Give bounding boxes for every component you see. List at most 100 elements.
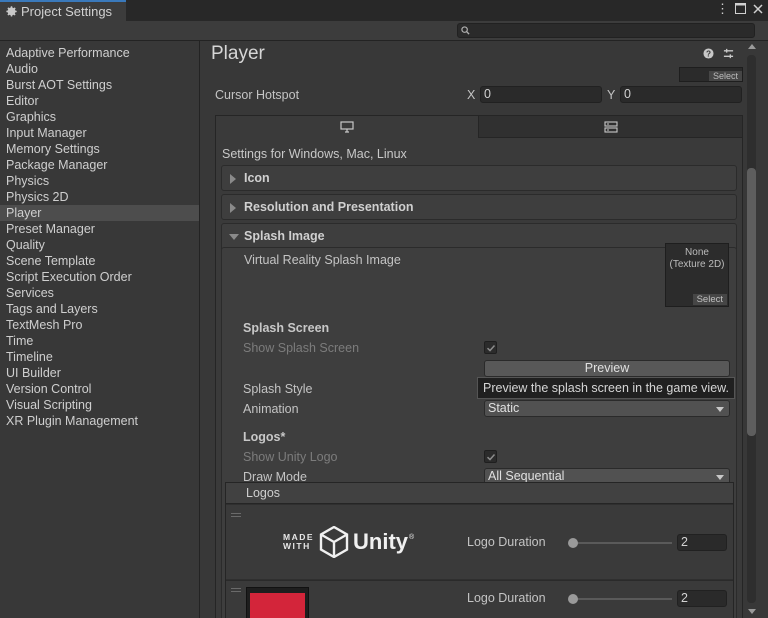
texture-none-text: None (685, 247, 709, 258)
logos-list-header: Logos (226, 483, 733, 504)
vertical-scrollbar[interactable] (744, 41, 759, 618)
splash-screen-heading: Splash Screen (243, 321, 330, 335)
scroll-up-icon[interactable] (748, 44, 756, 49)
settings-for-label: Settings for Windows, Mac, Linux (222, 147, 407, 161)
drag-handle-icon[interactable] (231, 588, 241, 592)
cursor-hotspot-label: Cursor Hotspot (215, 88, 300, 102)
hotspot-x-field[interactable]: 0 (480, 86, 602, 103)
logo-duration-label: Logo Duration (467, 591, 546, 605)
window-title: Project Settings (21, 4, 113, 19)
desktop-icon (340, 121, 354, 133)
preview-button[interactable]: Preview (484, 360, 730, 377)
gear-icon (6, 6, 17, 17)
sidebar-item-tags-and-layers[interactable]: Tags and Layers (0, 301, 199, 317)
draw-mode-value: All Sequential (488, 469, 565, 483)
animation-label: Animation (243, 402, 299, 416)
splash-section-body: Virtual Reality Splash Image None (Textu… (221, 243, 737, 618)
sidebar-item-package-manager[interactable]: Package Manager (0, 157, 199, 173)
close-icon[interactable] (752, 2, 764, 17)
made-with-text: MADE WITH (283, 532, 315, 551)
tab-server[interactable] (479, 116, 742, 138)
x-label: X (467, 88, 476, 102)
sidebar-item-burst-aot-settings[interactable]: Burst AOT Settings (0, 77, 199, 93)
main-panel: Player ? Select Cursor Hotspot X 0 Y 0 S… (201, 41, 768, 618)
chevron-down-icon (716, 475, 724, 480)
custom-logo-thumbnail[interactable] (246, 587, 309, 618)
sidebar-item-physics[interactable]: Physics (0, 173, 199, 189)
sidebar-item-timeline[interactable]: Timeline (0, 349, 199, 365)
show-splash-checkbox[interactable] (484, 341, 497, 354)
y-label: Y (607, 88, 616, 102)
scroll-down-icon[interactable] (748, 609, 756, 614)
more-options-icon[interactable]: ⋮ (716, 1, 729, 17)
logo-duration-label: Logo Duration (467, 535, 546, 549)
sidebar-item-audio[interactable]: Audio (0, 61, 199, 77)
help-icon[interactable]: ? (703, 48, 714, 59)
hotspot-y-field[interactable]: 0 (620, 86, 742, 103)
unity-cube-icon (319, 526, 349, 558)
sidebar-item-input-manager[interactable]: Input Manager (0, 125, 199, 141)
sidebar-item-adaptive-performance[interactable]: Adaptive Performance (0, 45, 199, 61)
maximize-icon[interactable] (734, 2, 746, 17)
vr-splash-texture-slot[interactable]: None (Texture 2D) Select (665, 243, 729, 307)
trademark-icon: ® (409, 533, 415, 541)
window-tab[interactable]: Project Settings (0, 0, 126, 21)
server-icon (603, 120, 618, 133)
sidebar-item-memory-settings[interactable]: Memory Settings (0, 141, 199, 157)
sidebar: Adaptive Performance Audio Burst AOT Set… (0, 41, 200, 618)
section-resolution[interactable]: Resolution and Presentation (221, 194, 737, 220)
sidebar-item-player[interactable]: Player (0, 205, 199, 221)
cursor-texture-slot[interactable]: Select (679, 67, 743, 82)
sidebar-item-preset-manager[interactable]: Preset Manager (0, 221, 199, 237)
search-input[interactable] (457, 23, 755, 38)
logo-duration-field[interactable]: 2 (677, 590, 727, 607)
tab-desktop[interactable] (216, 116, 479, 138)
section-icon[interactable]: Icon (221, 165, 737, 191)
vr-splash-label: Virtual Reality Splash Image (244, 253, 401, 267)
sidebar-item-editor[interactable]: Editor (0, 93, 199, 109)
scrollbar-thumb[interactable] (747, 168, 756, 436)
sidebar-item-textmesh-pro[interactable]: TextMesh Pro (0, 317, 199, 333)
sidebar-item-script-execution-order[interactable]: Script Execution Order (0, 269, 199, 285)
sidebar-item-ui-builder[interactable]: UI Builder (0, 365, 199, 381)
sidebar-item-time[interactable]: Time (0, 333, 199, 349)
logo-row: Logo Duration 2 (226, 580, 733, 618)
cursor-select-button[interactable]: Select (708, 71, 742, 81)
slider-knob[interactable] (568, 538, 578, 548)
vr-select-button[interactable]: Select (692, 294, 727, 305)
sidebar-item-graphics[interactable]: Graphics (0, 109, 199, 125)
sidebar-item-quality[interactable]: Quality (0, 237, 199, 253)
search-icon (461, 26, 470, 35)
unity-logo: MADE WITH Unity ® (283, 522, 414, 562)
section-splash-title: Splash Image (244, 229, 325, 243)
title-bar: Project Settings ⋮ (0, 0, 768, 21)
slider-knob[interactable] (568, 594, 578, 604)
logo-duration-field[interactable]: 2 (677, 534, 727, 551)
animation-dropdown[interactable]: Static (484, 400, 730, 417)
sidebar-item-xr-plugin-management[interactable]: XR Plugin Management (0, 413, 199, 429)
logos-heading: Logos* (243, 430, 286, 444)
show-unity-logo-label: Show Unity Logo (243, 450, 338, 464)
logo-duration-slider[interactable] (572, 598, 672, 600)
section-resolution-title: Resolution and Presentation (244, 200, 414, 214)
sidebar-item-scene-template[interactable]: Scene Template (0, 253, 199, 269)
splash-style-label: Splash Style (243, 382, 313, 396)
sidebar-item-visual-scripting[interactable]: Visual Scripting (0, 397, 199, 413)
sidebar-item-services[interactable]: Services (0, 285, 199, 301)
show-unity-logo-checkbox[interactable] (484, 450, 497, 463)
section-splash[interactable]: Splash Image (221, 223, 737, 249)
logos-list: Logos MADE WITH Unity ® Logo Duration 2 … (225, 482, 734, 618)
logo-duration-slider[interactable] (572, 542, 672, 544)
texture-type-text: (Texture 2D) (669, 259, 725, 270)
drag-handle-icon[interactable] (231, 513, 241, 517)
section-icon-title: Icon (244, 171, 270, 185)
sidebar-item-version-control[interactable]: Version Control (0, 381, 199, 397)
preset-icon[interactable] (723, 48, 734, 59)
sidebar-item-physics-2d[interactable]: Physics 2D (0, 189, 199, 205)
show-splash-label: Show Splash Screen (243, 341, 360, 355)
checkmark-icon (486, 453, 496, 461)
collapse-arrow-icon (229, 234, 239, 240)
animation-value: Static (488, 401, 520, 415)
toolbar (0, 21, 768, 41)
custom-logo-image (250, 593, 305, 618)
